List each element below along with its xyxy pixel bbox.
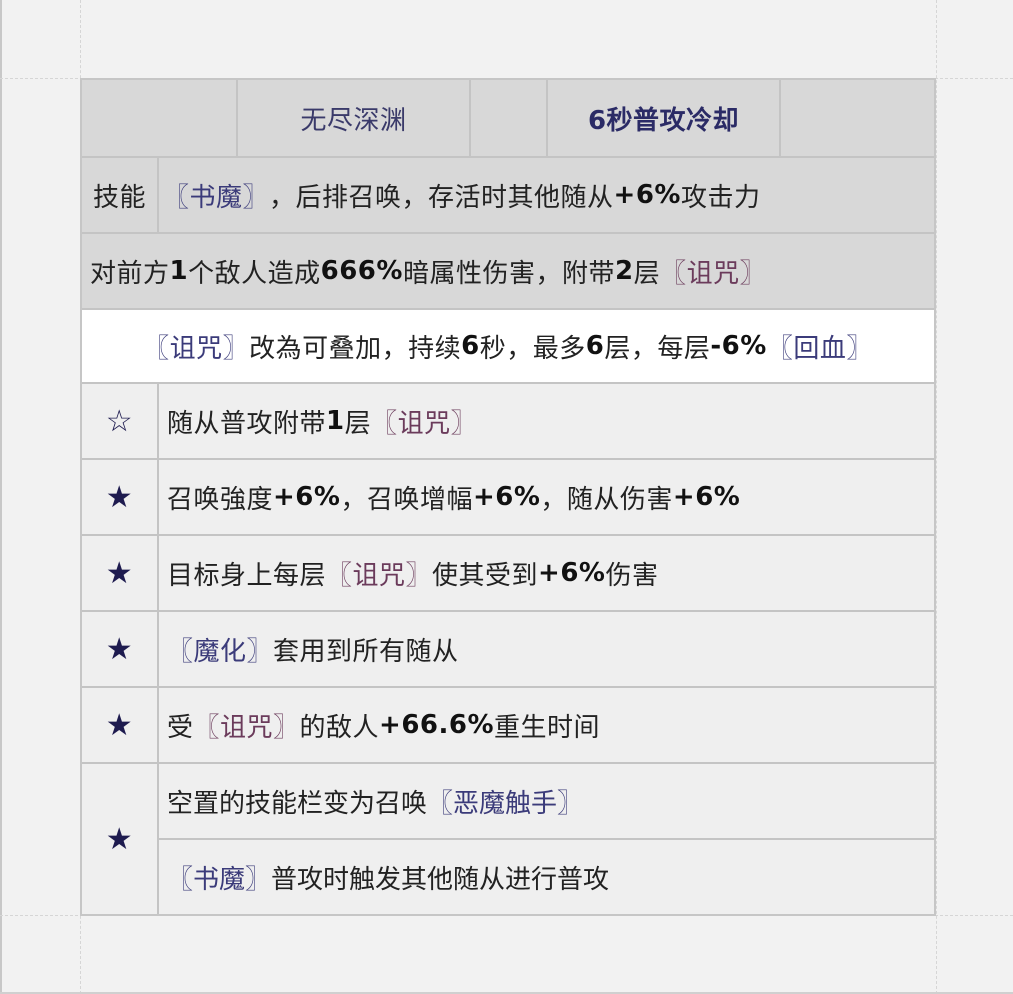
page-border-left [0,0,2,994]
upgrade-text-line1: 空置的技能栏变为召唤 〖恶魔触手〗 [159,764,934,838]
header-blank-right [779,80,934,156]
curse-link[interactable]: 〖诅咒〗 [326,555,432,592]
star-filled-icon: ★ [82,536,157,610]
upgrade-row: ★ 受 〖诅咒〗 的敌人 +66.6% 重生时间 [82,686,934,762]
skill-bold: +6% [613,180,681,210]
attack-description: 对前方 1 个敌人造成 666% 暗属性伤害，附带 2 层 〖诅咒〗 [82,234,934,308]
header-row: 无尽深渊 6秒普攻冷却 [82,80,934,156]
upgrade-text-a: 随从普攻附带 [167,408,327,439]
upgrade-bold-c: +6% [672,482,741,512]
upgrade-bold-a: 1 [326,406,345,436]
upgrade-text-c: ，随从伤害 [540,484,673,515]
curse-link[interactable]: 〖诅咒〗 [194,707,300,744]
passive-text-b: 秒，最多 [479,333,586,364]
line1-text: 空置的技能栏变为召唤 [167,788,428,819]
upgrade-bold-b: +6% [472,482,541,512]
upgrade-text: 目标身上每层 〖诅咒〗 使其受到 +6% 伤害 [157,536,934,610]
upgrade-text: 召唤強度 +6% ，召唤增幅 +6% ，随从伤害 +6% [157,460,934,534]
upgrade-text-b: ，召唤增幅 [340,484,473,515]
upgrade-text: 〖魔化〗 套用到所有随从 [157,612,934,686]
skill-text-a: ，后排召唤，存活时其他随从 [269,182,614,213]
heal-link[interactable]: 〖回血〗 [767,328,873,365]
attack-bold-b: 666% [320,256,403,286]
curse-link[interactable]: 〖诅咒〗 [660,253,766,290]
skill-text-b: 攻击力 [680,182,761,213]
header-blank-left [82,80,236,156]
star-filled-icon: ★ [82,764,157,914]
attack-row: 对前方 1 个敌人造成 666% 暗属性伤害，附带 2 层 〖诅咒〗 [82,232,934,308]
mohua-link[interactable]: 〖魔化〗 [167,631,273,668]
upgrade-bold-a: +6% [273,482,341,512]
skill-description: 〖书魔〗 ，后排召唤，存活时其他随从 +6% 攻击力 [157,158,934,232]
upgrade-row: ★ 〖魔化〗 套用到所有随从 [82,610,934,686]
upgrade-text-a: 召唤強度 [167,484,274,515]
line2-text: 普攻时触发其他随从进行普攻 [271,864,610,895]
upgrade-bold-a: +6% [538,558,606,588]
demon-tentacle-link[interactable]: 〖恶魔触手〗 [427,783,583,820]
passive-description: 〖诅咒〗 改為可叠加，持续 6 秒，最多 6 层，每层 -6% 〖回血〗 [82,310,934,382]
upgrade-text-b: 使其受到 [432,560,539,591]
star-filled-icon: ★ [82,460,157,534]
upgrade-row: ★ 目标身上每层 〖诅咒〗 使其受到 +6% 伤害 [82,534,934,610]
upgrade-text: 受 〖诅咒〗 的敌人 +66.6% 重生时间 [157,688,934,762]
upgrade-text-a: 套用到所有随从 [273,636,459,667]
upgrade-row-double: ★ 空置的技能栏变为召唤 〖恶魔触手〗 〖书魔〗 普攻时触发其他随从进行普攻 [82,762,934,914]
upgrade-text-c: 重生时间 [494,712,601,743]
upgrade-text-b: 的敌人 [299,712,380,743]
upgrade-stack: 空置的技能栏变为召唤 〖恶魔触手〗 〖书魔〗 普攻时触发其他随从进行普攻 [157,764,934,914]
attack-text-a: 对前方 [90,258,170,289]
passive-bold-b: 6 [585,331,605,361]
upgrade-text-a: 目标身上每层 [167,560,327,591]
star-outline-icon: ☆ [82,384,157,458]
cooldown-label: 6秒普攻冷却 [546,80,779,156]
grid-line [936,0,937,994]
attack-text-b: 个敌人造成 [188,258,321,289]
attack-text-d: 层 [633,258,661,289]
attack-text-c: 暗属性伤害，附带 [402,258,615,289]
shumo-link[interactable]: 〖书魔〗 [167,859,271,896]
shumo-link[interactable]: 〖书魔〗 [163,177,269,214]
upgrade-bold-a: +66.6% [379,710,495,740]
upgrade-text: 随从普攻附带 1 层 〖诅咒〗 [157,384,934,458]
curse-link[interactable]: 〖诅咒〗 [371,403,477,440]
upgrade-text-c: 伤害 [605,560,659,591]
attack-bold-a: 1 [169,256,189,286]
upgrade-row: ★ 召唤強度 +6% ，召唤增幅 +6% ，随从伤害 +6% [82,458,934,534]
passive-row: 〖诅咒〗 改為可叠加，持续 6 秒，最多 6 层，每层 -6% 〖回血〗 [82,308,934,382]
skill-label: 技能 [82,158,157,232]
skill-table: 无尽深渊 6秒普攻冷却 技能 〖书魔〗 ，后排召唤，存活时其他随从 +6% 攻击… [80,78,936,916]
skill-title: 无尽深渊 [236,80,469,156]
upgrade-text-line2: 〖书魔〗 普攻时触发其他随从进行普攻 [159,838,934,914]
attack-bold-c: 2 [614,256,634,286]
passive-bold-c: -6% [710,331,767,361]
passive-text-c: 层，每层 [604,333,711,364]
passive-bold-a: 6 [461,331,480,361]
passive-text-a: 改為可叠加，持续 [249,333,462,364]
upgrade-row: ☆ 随从普攻附带 1 层 〖诅咒〗 [82,382,934,458]
curse-link[interactable]: 〖诅咒〗 [143,328,249,365]
skill-row: 技能 〖书魔〗 ，后排召唤，存活时其他随从 +6% 攻击力 [82,156,934,232]
upgrade-text-b: 层 [344,408,372,439]
star-filled-icon: ★ [82,688,157,762]
star-filled-icon: ★ [82,612,157,686]
header-blank-mid [469,80,546,156]
upgrade-text-a: 受 [167,712,194,743]
